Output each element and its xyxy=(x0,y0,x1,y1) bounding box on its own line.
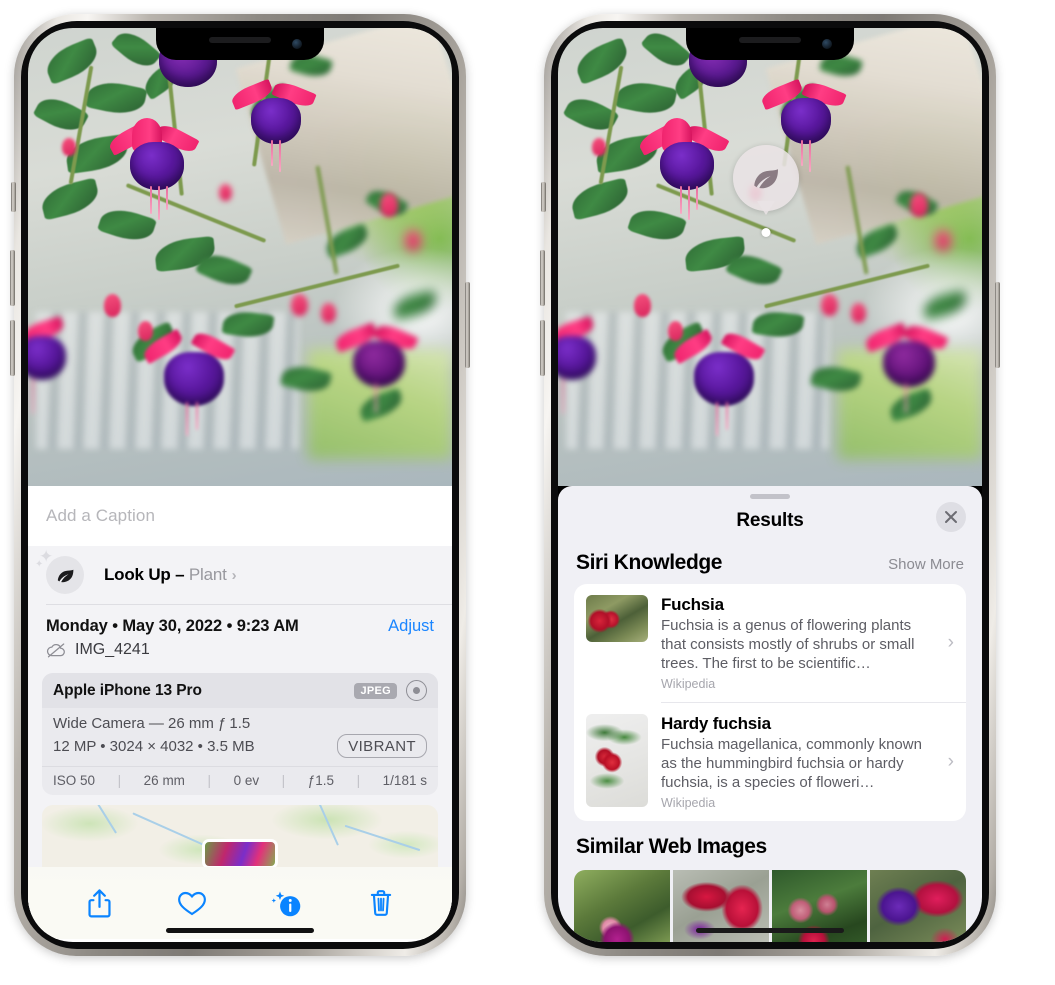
adjust-date-button[interactable]: Adjust xyxy=(388,617,434,636)
leaf-chip: ✦ ✦ xyxy=(35,548,84,594)
earpiece-speaker xyxy=(739,37,801,43)
siri-knowledge-header: Siri Knowledge Show More xyxy=(558,543,982,584)
exif-divider: | xyxy=(207,773,212,788)
side-power-button-left[interactable] xyxy=(465,282,470,368)
close-button[interactable] xyxy=(936,502,966,532)
knowledge-title: Fuchsia xyxy=(661,595,724,614)
chevron-right-icon: › xyxy=(947,751,954,772)
front-camera xyxy=(822,39,832,49)
exif-divider: | xyxy=(281,773,286,788)
knowledge-thumbnail xyxy=(586,595,648,642)
device-notch-left xyxy=(156,28,324,60)
similar-web-images-title: Similar Web Images xyxy=(576,835,767,858)
share-icon[interactable] xyxy=(86,888,113,919)
info-gray-section: ✦ ✦ Look Up – Plant › Monday • May 30, 2… xyxy=(28,546,452,939)
exif-focal: 26 mm xyxy=(143,773,185,788)
exif-ev: 0 ev xyxy=(233,773,260,788)
volume-up-button-left[interactable] xyxy=(10,250,15,306)
home-indicator-right[interactable] xyxy=(696,928,844,933)
knowledge-body: Fuchsia Fuchsia is a genus of flowering … xyxy=(661,595,931,691)
aperture-icon xyxy=(406,680,427,701)
left-screen: Add a Caption ✦ ✦ Look Up – Plant › Mond… xyxy=(28,28,452,942)
knowledge-row[interactable]: Fuchsia Fuchsia is a genus of flowering … xyxy=(574,584,966,702)
date-meta-block: Monday • May 30, 2022 • 9:23 AM Adjust I… xyxy=(28,605,452,669)
show-more-button[interactable]: Show More xyxy=(888,556,964,573)
volume-up-button-right[interactable] xyxy=(540,250,545,306)
device-notch-right xyxy=(686,28,854,60)
exif-divider: | xyxy=(117,773,122,788)
photo-fuchsia-right[interactable] xyxy=(558,28,982,486)
exif-aperture: ƒ1.5 xyxy=(307,773,335,788)
knowledge-thumbnail xyxy=(586,714,648,807)
look-up-subject: Plant xyxy=(188,565,227,584)
visual-lookup-pin[interactable] xyxy=(733,145,799,237)
ring-silent-switch-left[interactable] xyxy=(11,182,16,212)
left-iphone-device: Add a Caption ✦ ✦ Look Up – Plant › Mond… xyxy=(10,14,470,956)
sparkle-small-icon: ✦ xyxy=(35,559,44,570)
camera-card-header: Apple iPhone 13 Pro JPEG xyxy=(42,673,438,708)
camera-info-card[interactable]: Apple iPhone 13 Pro JPEG Wide Camera — 2… xyxy=(42,673,438,795)
look-up-dash: – xyxy=(175,565,185,584)
location-map-preview[interactable] xyxy=(42,805,438,867)
siri-knowledge-title: Siri Knowledge xyxy=(576,551,723,574)
volume-down-button-left[interactable] xyxy=(10,320,15,376)
home-indicator-left[interactable] xyxy=(166,928,314,933)
pin-tail xyxy=(757,201,775,215)
ring-silent-switch-right[interactable] xyxy=(541,182,546,212)
photo-info-sheet: Add a Caption ✦ ✦ Look Up – Plant › Mond… xyxy=(28,486,452,942)
photo-fuchsia-left[interactable] xyxy=(28,28,452,486)
web-image-thumbnail[interactable] xyxy=(870,870,966,942)
right-iphone-device: Results Siri Knowledge Show More Fuchsia… xyxy=(540,14,1000,956)
results-title: Results xyxy=(736,510,804,531)
knowledge-source: Wikipedia xyxy=(661,677,716,691)
info-sparkle-icon[interactable] xyxy=(270,888,304,918)
results-header: Results xyxy=(558,499,982,543)
heart-icon[interactable] xyxy=(177,890,207,917)
exif-divider: | xyxy=(356,773,361,788)
lens-line: Wide Camera — 26 mm ƒ 1.5 xyxy=(53,715,251,732)
side-power-button-right[interactable] xyxy=(995,282,1000,368)
chevron-right-icon: › xyxy=(947,632,954,653)
photo-location-thumbnail xyxy=(202,839,278,867)
leaf-icon xyxy=(57,569,73,582)
camera-card-body: Wide Camera — 26 mm ƒ 1.5 12 MP • 3024 ×… xyxy=(42,708,438,766)
caption-field-row[interactable]: Add a Caption xyxy=(28,486,452,546)
photo-filename: IMG_4241 xyxy=(75,641,150,658)
chevron-right-icon: › xyxy=(231,567,237,584)
exif-row: ISO 50 | 26 mm | 0 ev | ƒ1.5 | 1/181 s xyxy=(42,766,438,795)
results-sheet: Results Siri Knowledge Show More Fuchsia… xyxy=(558,486,982,942)
knowledge-row[interactable]: Hardy fuchsia Fuchsia magellanica, commo… xyxy=(574,703,966,821)
cloud-slash-icon xyxy=(46,643,65,658)
siri-knowledge-card: Fuchsia Fuchsia is a genus of flowering … xyxy=(574,584,966,821)
similar-web-images-header: Similar Web Images xyxy=(558,821,982,866)
specs-line: 12 MP • 3024 × 4032 • 3.5 MB xyxy=(53,737,255,755)
exif-iso: ISO 50 xyxy=(53,773,96,788)
look-up-row[interactable]: ✦ ✦ Look Up – Plant › xyxy=(28,546,452,604)
close-icon xyxy=(945,511,957,523)
knowledge-body: Hardy fuchsia Fuchsia magellanica, commo… xyxy=(661,714,931,810)
pin-bubble xyxy=(733,145,799,237)
format-badge: JPEG xyxy=(354,682,397,699)
leaf-icon xyxy=(754,169,778,189)
photo-date: Monday • May 30, 2022 • 9:23 AM xyxy=(46,617,299,635)
right-screen: Results Siri Knowledge Show More Fuchsia… xyxy=(558,28,982,942)
knowledge-description: Fuchsia is a genus of flowering plants t… xyxy=(661,617,915,672)
photographic-style-badge: VIBRANT xyxy=(337,734,427,758)
camera-device-name: Apple iPhone 13 Pro xyxy=(53,681,202,699)
knowledge-source: Wikipedia xyxy=(661,796,716,810)
look-up-label: Look Up xyxy=(104,565,171,584)
knowledge-description: Fuchsia magellanica, commonly known as t… xyxy=(661,736,922,791)
knowledge-title: Hardy fuchsia xyxy=(661,714,771,733)
front-camera xyxy=(292,39,302,49)
pin-anchor-dot xyxy=(761,228,771,237)
volume-down-button-right[interactable] xyxy=(540,320,545,376)
web-image-thumbnail[interactable] xyxy=(574,870,670,942)
earpiece-speaker xyxy=(209,37,271,43)
look-up-label-group: Look Up – Plant › xyxy=(104,565,237,585)
caption-placeholder: Add a Caption xyxy=(46,506,156,525)
screenshot-canvas: Add a Caption ✦ ✦ Look Up – Plant › Mond… xyxy=(0,0,1055,985)
trash-icon[interactable] xyxy=(368,888,394,918)
exif-shutter: 1/181 s xyxy=(382,773,427,788)
